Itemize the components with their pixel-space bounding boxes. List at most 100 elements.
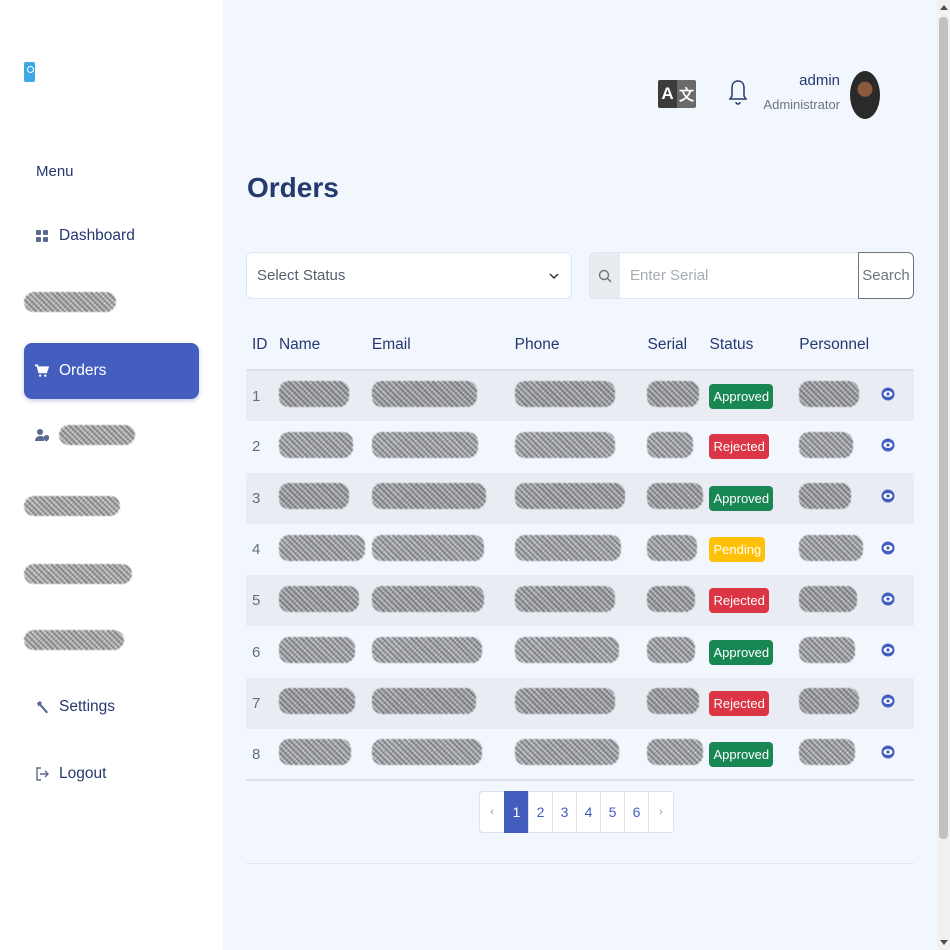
sidebar-item-label: Logout	[59, 765, 107, 782]
cell-name	[272, 575, 366, 627]
view-eye-icon[interactable]	[881, 643, 895, 657]
status-badge: Approved	[709, 741, 774, 767]
table-row[interactable]: 4 Pending	[246, 524, 914, 575]
redacted-value	[278, 739, 351, 766]
cell-serial	[641, 677, 704, 730]
table-row[interactable]: 8 Approved	[246, 729, 914, 782]
sidebar-item-redacted-1[interactable]	[24, 274, 199, 330]
sidebar-item-redacted-4[interactable]	[24, 546, 199, 602]
pagination-page[interactable]: 4	[576, 791, 601, 833]
column-header-status[interactable]: Status	[703, 320, 794, 371]
redacted-value	[799, 483, 852, 510]
cell-name	[273, 421, 366, 472]
column-header-email[interactable]: Email	[365, 320, 509, 371]
pagination-page[interactable]: 6	[624, 791, 649, 833]
cell-id: 7	[246, 677, 273, 730]
table-row[interactable]: 2 Rejected	[246, 421, 914, 472]
cell-status: Rejected	[703, 677, 794, 730]
sidebar-menu-title: Menu	[36, 163, 74, 180]
redacted-value	[514, 688, 615, 715]
cell-email	[366, 626, 509, 677]
page-scrollbar[interactable]	[937, 0, 950, 950]
view-eye-icon[interactable]	[881, 489, 895, 503]
table-row[interactable]: 1 Approved	[246, 370, 914, 422]
cell-serial	[641, 575, 704, 627]
table-row[interactable]: 3 Approved	[246, 472, 914, 524]
pagination-page[interactable]: 1	[504, 791, 529, 833]
scroll-up-arrow[interactable]	[940, 5, 948, 10]
column-header-serial[interactable]: Serial	[641, 320, 704, 371]
redacted-value	[371, 483, 486, 510]
cell-email	[365, 677, 509, 730]
sidebar-item-redacted-2[interactable]	[24, 407, 199, 463]
orders-table-body: 1 Approved 2 Rejected 3 Approved 4 Pending 5 Reje…	[246, 370, 914, 782]
table-header-row: ID Name Email Phone Serial Status Person…	[246, 320, 914, 371]
cell-status: Rejected	[703, 575, 794, 627]
search-button[interactable]: Search	[858, 252, 914, 299]
status-badge: Rejected	[709, 434, 769, 460]
scrollbar-thumb[interactable]	[939, 17, 948, 839]
view-eye-icon[interactable]	[881, 541, 895, 555]
view-eye-icon[interactable]	[881, 438, 895, 452]
cell-email	[366, 524, 509, 575]
cell-serial	[641, 626, 703, 677]
pagination-page[interactable]: 3	[552, 791, 577, 833]
cell-serial	[641, 729, 704, 782]
serial-search-input[interactable]	[620, 252, 858, 299]
cell-id: 4	[252, 541, 261, 559]
footer-divider	[246, 863, 914, 864]
table-row[interactable]: 5 Rejected	[246, 575, 914, 627]
cell-email	[366, 421, 509, 472]
sidebar-item-settings[interactable]: Settings	[24, 679, 199, 735]
cell-actions	[875, 472, 914, 524]
view-eye-icon[interactable]	[881, 745, 895, 759]
status-select[interactable]: Select Status	[246, 252, 572, 299]
redacted-label	[24, 564, 132, 584]
search-icon	[589, 252, 620, 299]
column-header-actions	[875, 320, 914, 371]
table-row[interactable]: 7 Rejected	[246, 677, 914, 730]
cell-id: 6	[252, 643, 261, 661]
cell-phone	[509, 421, 642, 472]
pagination-prev[interactable]: ‹	[479, 791, 505, 833]
column-header-name[interactable]: Name	[272, 320, 366, 371]
logo-icon[interactable]	[24, 62, 35, 82]
sidebar-item-orders[interactable]: Orders	[24, 343, 199, 399]
redacted-value	[647, 534, 698, 561]
redacted-value	[647, 483, 704, 510]
pagination-next[interactable]: ›	[648, 791, 674, 833]
column-header-personnel[interactable]: Personnel	[793, 320, 876, 371]
cell-personnel	[793, 626, 875, 677]
redacted-label	[59, 425, 135, 445]
view-eye-icon[interactable]	[881, 694, 895, 708]
cell-status: Rejected	[703, 421, 793, 472]
status-badge: Approved	[709, 485, 774, 511]
cell-email	[365, 370, 509, 422]
redacted-value	[799, 585, 858, 612]
column-header-id[interactable]: ID	[246, 320, 273, 371]
cell-name	[272, 370, 366, 422]
redacted-value	[371, 688, 476, 715]
scroll-down-arrow[interactable]	[940, 940, 948, 945]
translate-icon[interactable]: A 文	[658, 80, 696, 108]
view-eye-icon[interactable]	[881, 387, 895, 401]
redacted-value	[278, 534, 365, 561]
cell-phone	[508, 677, 642, 730]
redacted-value	[647, 381, 700, 408]
pagination-page[interactable]: 5	[600, 791, 625, 833]
view-eye-icon[interactable]	[881, 592, 895, 606]
cell-status: Approved	[703, 729, 794, 782]
cell-serial	[641, 524, 703, 575]
sidebar-item-redacted-3[interactable]	[24, 478, 199, 534]
sidebar-item-label: Dashboard	[59, 227, 135, 244]
column-header-phone[interactable]: Phone	[508, 320, 642, 371]
pagination-page[interactable]: 2	[528, 791, 553, 833]
sidebar-item-logout[interactable]: Logout	[24, 746, 199, 802]
user-name[interactable]: admin	[790, 72, 840, 89]
table-row[interactable]: 6 Approved	[246, 626, 914, 677]
avatar[interactable]	[850, 71, 880, 119]
bell-icon[interactable]	[728, 78, 748, 112]
sidebar-item-dashboard[interactable]: Dashboard	[24, 208, 199, 264]
redacted-value	[514, 739, 619, 766]
sidebar-item-redacted-5[interactable]	[24, 612, 199, 668]
